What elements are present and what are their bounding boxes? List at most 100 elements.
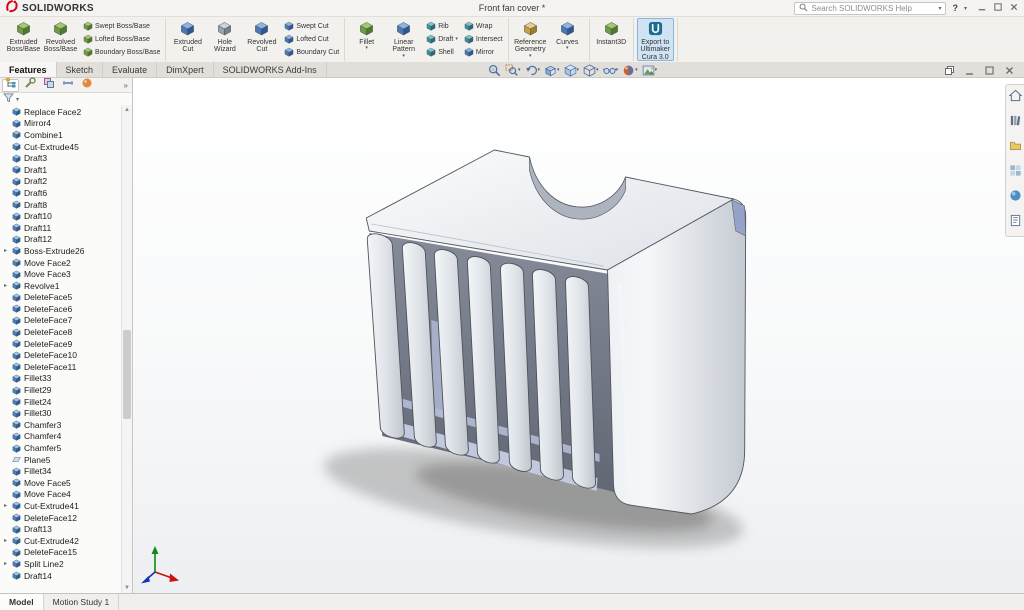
tree-item-draft3[interactable]: Draft3 [2, 152, 120, 164]
tree-item-draft6[interactable]: Draft6 [2, 187, 120, 199]
tree-item-deleteface11[interactable]: DeleteFace11 [2, 361, 120, 373]
dropdown-arrow-icon[interactable]: ▾ [655, 68, 658, 73]
tree-item-cut-extrude41[interactable]: ▸Cut-Extrude41 [2, 500, 120, 512]
tab-solidworks-add-ins[interactable]: SOLIDWORKS Add-Ins [214, 62, 327, 77]
tree-item-draft10[interactable]: Draft10 [2, 210, 120, 222]
extruded-cut-button[interactable]: Extruded Cut [169, 18, 206, 61]
tree-item-fillet24[interactable]: Fillet24 [2, 396, 120, 408]
tree-item-split-line2[interactable]: ▸Split Line2 [2, 558, 120, 570]
custom-properties-button[interactable] [1009, 214, 1022, 232]
tree-item-deleteface6[interactable]: DeleteFace6 [2, 303, 120, 315]
dropdown-arrow-icon[interactable]: ▾ [577, 68, 580, 73]
extruded-boss-base-button[interactable]: Extruded Boss/Base [5, 18, 42, 61]
tree-item-draft2[interactable]: Draft2 [2, 176, 120, 188]
expand-arrow-icon[interactable]: ▸ [2, 247, 9, 254]
view-orientation-button[interactable]: ▾ [563, 63, 581, 78]
file-explorer-button[interactable] [1009, 139, 1022, 157]
lofted-cut-button[interactable]: Lofted Cut [282, 34, 341, 46]
tree-item-deleteface10[interactable]: DeleteFace10 [2, 349, 120, 361]
tree-item-replace-face2[interactable]: Replace Face2 [2, 106, 120, 118]
tree-item-move-face5[interactable]: Move Face5 [2, 477, 120, 489]
statusbar-tab-motion-study-1[interactable]: Motion Study 1 [44, 594, 120, 610]
shell-button[interactable]: Shell [424, 47, 460, 59]
expand-arrow-icon[interactable]: ▸ [2, 560, 9, 567]
export-to-ultimaker-cura-3-0-button[interactable]: Export to Ultimaker Cura 3.0 [637, 18, 674, 61]
dropdown-arrow-icon[interactable]: ▾ [518, 68, 521, 73]
dimxpertmanager-tab[interactable] [59, 79, 76, 92]
dropdown-arrow-icon[interactable]: ▾ [538, 68, 541, 73]
search-scope-arrow-icon[interactable]: ▾ [938, 5, 941, 12]
tree-item-draft8[interactable]: Draft8 [2, 199, 120, 211]
tree-item-move-face4[interactable]: Move Face4 [2, 489, 120, 501]
help-search-input[interactable]: Search SOLIDWORKS Help ▾ [794, 2, 946, 15]
design-library-button[interactable] [1009, 114, 1022, 132]
tree-item-draft14[interactable]: Draft14 [2, 570, 120, 582]
curves-button[interactable]: Curves▾ [549, 18, 586, 61]
scroll-down-icon[interactable]: ▼ [124, 583, 130, 593]
configurationmanager-tab[interactable] [40, 79, 57, 92]
linear-pattern-button[interactable]: Linear Pattern▾ [385, 18, 422, 61]
tree-item-fillet34[interactable]: Fillet34 [2, 465, 120, 477]
boundary-cut-button[interactable]: Boundary Cut [282, 47, 341, 59]
draft-button[interactable]: Draft▾ [424, 34, 460, 46]
tree-item-chamfer4[interactable]: Chamfer4 [2, 431, 120, 443]
dropdown-arrow-icon[interactable]: ▾ [635, 68, 638, 73]
tree-item-chamfer3[interactable]: Chamfer3 [2, 419, 120, 431]
window-restore-button[interactable] [993, 0, 1003, 17]
close-button[interactable] [1003, 63, 1016, 78]
tree-item-move-face2[interactable]: Move Face2 [2, 257, 120, 269]
minimize-button[interactable] [963, 63, 976, 78]
hole-wizard-button[interactable]: Hole Wizard [206, 18, 243, 61]
display-style-button[interactable]: ▾ [582, 63, 600, 78]
tree-item-fillet33[interactable]: Fillet33 [2, 373, 120, 385]
tree-item-plane5[interactable]: Plane5 [2, 454, 120, 466]
zoom-area-button[interactable]: ▾ [504, 63, 522, 78]
tree-item-deleteface7[interactable]: DeleteFace7 [2, 315, 120, 327]
swept-boss-base-button[interactable]: Swept Boss/Base [81, 21, 162, 33]
tree-item-deleteface12[interactable]: DeleteFace12 [2, 512, 120, 524]
dropdown-arrow-icon[interactable]: ▾ [616, 68, 619, 73]
dropdown-arrow-icon[interactable]: ▾ [455, 37, 458, 42]
model-3d-front-fan-cover[interactable] [133, 78, 1024, 593]
tree-item-draft13[interactable]: Draft13 [2, 523, 120, 535]
fillet-button[interactable]: Fillet▾ [348, 18, 385, 61]
boundary-boss-base-button[interactable]: Boundary Boss/Base [81, 47, 162, 59]
tab-evaluate[interactable]: Evaluate [103, 62, 157, 77]
tree-item-cut-extrude42[interactable]: ▸Cut-Extrude42 [2, 535, 120, 547]
expand-arrow-icon[interactable]: ▸ [2, 502, 9, 509]
help-dropdown-icon[interactable]: ▾ [964, 5, 967, 12]
tree-item-revolve1[interactable]: ▸Revolve1 [2, 280, 120, 292]
tree-item-chamfer5[interactable]: Chamfer5 [2, 442, 120, 454]
wrap-button[interactable]: Wrap [462, 21, 505, 33]
expand-arrow-icon[interactable]: ▸ [2, 537, 9, 544]
tree-item-boss-extrude26[interactable]: ▸Boss-Extrude26 [2, 245, 120, 257]
appearances-button[interactable] [1009, 189, 1022, 207]
rib-button[interactable]: Rib [424, 21, 460, 33]
tree-item-deleteface8[interactable]: DeleteFace8 [2, 326, 120, 338]
tree-item-draft1[interactable]: Draft1 [2, 164, 120, 176]
tree-item-cut-extrude45[interactable]: Cut-Extrude45 [2, 141, 120, 153]
swept-cut-button[interactable]: Swept Cut [282, 21, 341, 33]
tree-item-draft11[interactable]: Draft11 [2, 222, 120, 234]
statusbar-tab-model[interactable]: Model [0, 594, 44, 610]
dropdown-arrow-icon[interactable]: ▾ [365, 46, 368, 51]
section-view-button[interactable]: ▾ [543, 63, 561, 78]
tab-sketch[interactable]: Sketch [57, 62, 104, 77]
dropdown-arrow-icon[interactable]: ▾ [596, 68, 599, 73]
lofted-boss-base-button[interactable]: Lofted Boss/Base [81, 34, 162, 46]
tree-item-deleteface15[interactable]: DeleteFace15 [2, 547, 120, 559]
tree-item-mirror4[interactable]: Mirror4 [2, 118, 120, 130]
panel-expand-chevron-icon[interactable]: » [124, 81, 130, 90]
revolved-cut-button[interactable]: Revolved Cut [243, 18, 280, 61]
resources-button[interactable] [1009, 89, 1022, 107]
tree-item-combine1[interactable]: Combine1 [2, 129, 120, 141]
displaymanager-tab[interactable] [78, 79, 95, 92]
propertymanager-tab[interactable] [21, 79, 38, 92]
tab-features[interactable]: Features [0, 62, 57, 77]
instant3d-button[interactable]: Instant3D [593, 18, 630, 61]
zoom-fit-button[interactable] [487, 63, 502, 78]
tree-item-fillet29[interactable]: Fillet29 [2, 384, 120, 396]
tree-item-fillet30[interactable]: Fillet30 [2, 407, 120, 419]
cascade-button[interactable] [943, 63, 956, 78]
scroll-up-icon[interactable]: ▲ [124, 105, 130, 115]
